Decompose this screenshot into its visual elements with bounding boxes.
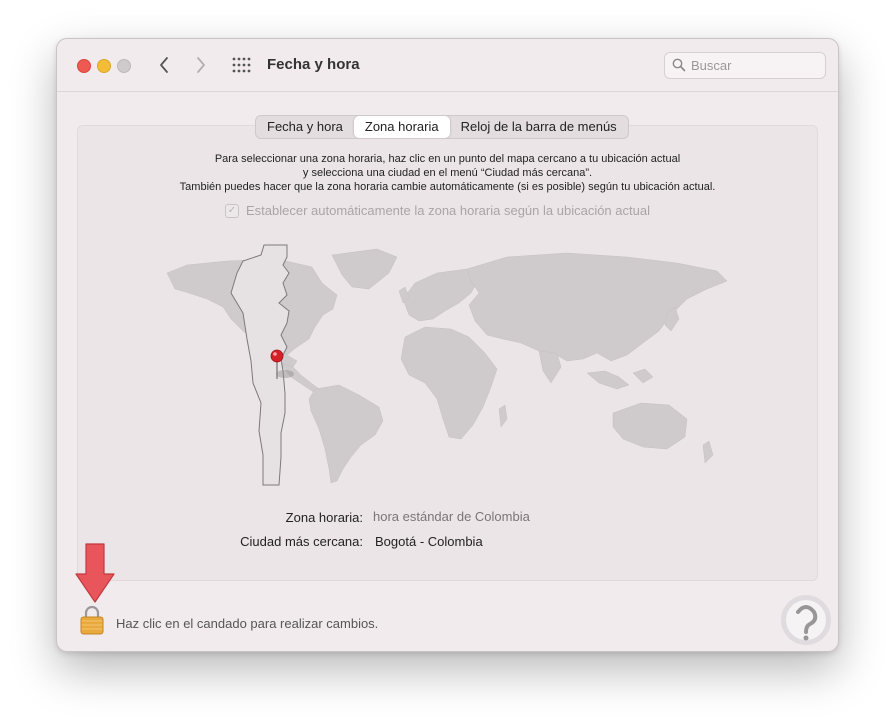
closest-city-value: Bogotá - Colombia [375,534,483,549]
minimize-window-button[interactable] [97,59,111,73]
tab-time-zone[interactable]: Zona horaria [353,116,450,138]
annotation-arrow-icon [75,543,115,603]
window-title: Fecha y hora [267,56,360,73]
auto-timezone-label: Establecer automáticamente la zona horar… [246,203,650,218]
tab-date-time[interactable]: Fecha y hora [256,116,354,138]
forward-button[interactable] [189,53,213,77]
instructions-line-3: También puedes hacer que la zona horaria… [179,181,716,193]
chevron-left-icon [160,57,168,73]
lock-message: Haz clic en el candado para realizar cam… [116,616,379,631]
auto-timezone-checkbox-row[interactable]: ✓ Establecer automáticamente la zona hor… [225,203,650,218]
instructions-line-2: y selecciona una ciudad en el menú “Ciud… [302,167,593,179]
auto-timezone-checkbox[interactable]: ✓ [225,203,239,218]
world-timezone-map[interactable] [147,243,747,488]
closest-city-label: Ciudad más cercana: [240,534,363,549]
selected-timezone-band [230,244,290,486]
instructions-line-1: Para seleccionar una zona horaria, haz c… [214,153,681,165]
zoom-window-button[interactable] [117,59,131,73]
tab-bar: Fecha y hora Zona horaria Reloj de la ba… [255,115,629,139]
grid-icon [232,57,251,73]
close-window-button[interactable] [77,59,91,73]
preferences-window: Fecha y hora Buscar Fecha y hora Zona ho… [56,38,839,652]
chevron-right-icon [197,57,205,73]
magnifier-icon [672,58,686,72]
show-all-button[interactable] [231,55,253,75]
title-bar: Fecha y hora Buscar [57,39,838,92]
watermark-logo-icon [781,595,831,645]
timezone-label: Zona horaria: [285,510,363,525]
search-field[interactable]: Buscar [664,52,826,79]
search-placeholder: Buscar [691,58,732,73]
tab-menu-bar-clock[interactable]: Reloj de la barra de menús [450,116,628,138]
padlock-icon[interactable] [80,605,104,635]
timezone-value: hora estándar de Colombia [373,509,530,524]
back-button[interactable] [152,53,176,77]
